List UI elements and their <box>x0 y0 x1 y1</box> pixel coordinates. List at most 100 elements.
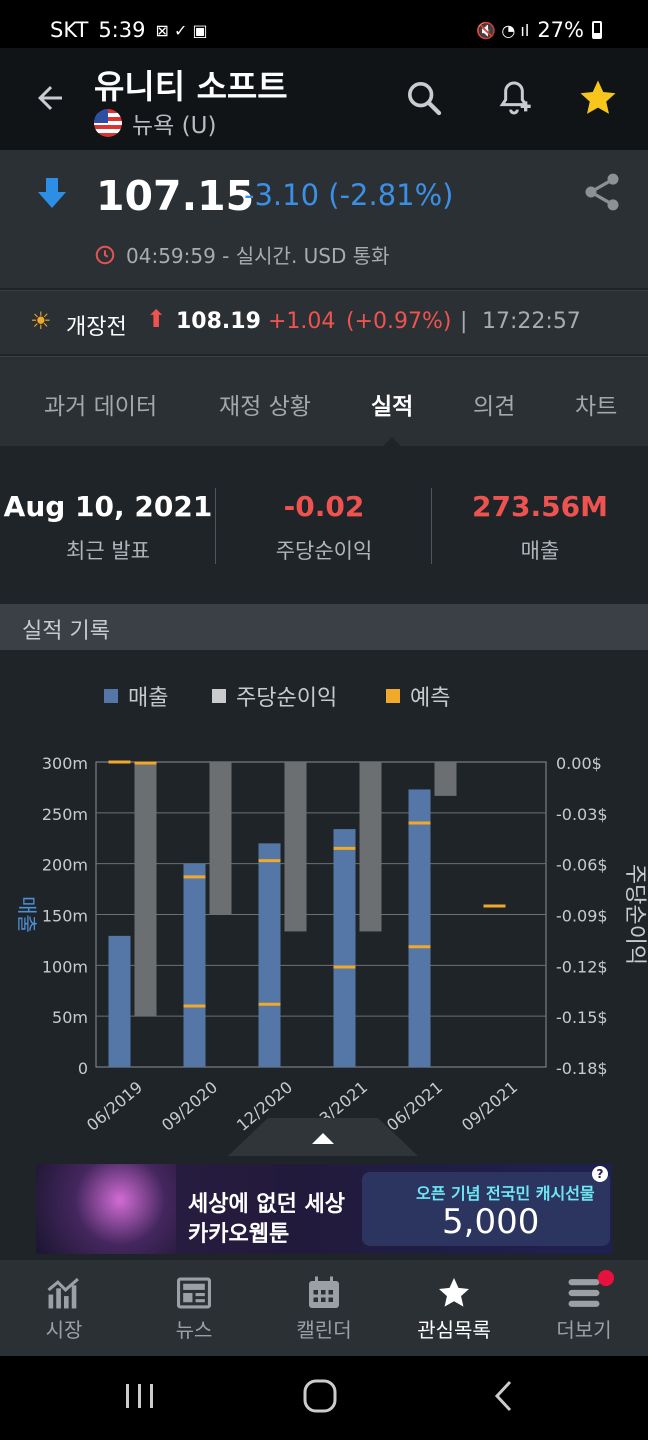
page-title: 유니티 소프트 <box>94 67 288 106</box>
bell-plus-icon <box>499 81 531 115</box>
revenue-value: 273.56M <box>472 490 608 523</box>
tab-opinion[interactable]: 의견 <box>473 387 515 421</box>
realtime-text: 04:59:59 - 실시간. USD 통화 <box>126 244 390 268</box>
left-tick-label: 50m <box>52 1008 88 1027</box>
chart-plot: 300m 250m 200m 150m 100m 50m 0 0.00$ -0.03$ -0.06… <box>15 754 647 1135</box>
exchange-label: 뉴욕 (U) <box>132 113 217 139</box>
revenue-bar <box>258 843 281 1067</box>
nav-label: 더보기 <box>556 1318 612 1342</box>
left-tick-label: 150m <box>42 907 88 926</box>
nav-label: 뉴스 <box>175 1318 213 1342</box>
earnings-summary: Aug 10, 2021 최근 발표 -0.02 주당순이익 273.56M 매… <box>0 446 648 604</box>
notification-icons: ⊠ ✓ ▣ <box>155 20 208 40</box>
bottom-nav: 시장 뉴스 캘린더 관심목록 더보기 <box>0 1260 648 1356</box>
earnings-chart: 매출 주당순이익 예측 300m 250m 200m 150m 100m 50m 0 0.00… <box>0 650 648 1156</box>
share-icon <box>585 173 619 211</box>
nav-watchlist[interactable]: 관심목록 <box>394 1272 514 1343</box>
left-tick-label: 250m <box>42 805 88 824</box>
ad-banner[interactable]: 세상에 없던 세상 카카오웹툰 오픈 기념 전국민 캐시선물 5,000 ? <box>36 1164 612 1254</box>
section-title: 실적 기록 <box>22 619 110 644</box>
eps-bar <box>134 762 157 1017</box>
watchlist-star-button[interactable] <box>568 48 628 148</box>
ad-info-icon[interactable]: ? <box>592 1166 608 1182</box>
revenue-label: 매출 <box>520 539 560 563</box>
last-price: 107.15 <box>96 172 255 220</box>
premarket-change: +1.04 <box>268 309 336 334</box>
back-button[interactable] <box>20 48 80 148</box>
tab-historical-data[interactable]: 과거 데이터 <box>44 387 157 421</box>
back-icon[interactable] <box>484 1376 524 1416</box>
nav-markets[interactable]: 시장 <box>4 1272 124 1343</box>
signal-icons: 🔇 ◔ ıl <box>476 20 530 40</box>
chart-up-icon <box>47 1277 79 1309</box>
exchange-subtitle: 뉴욕 (U) <box>94 106 216 140</box>
ad-coupon-title: 오픈 기념 전국민 캐시선물 <box>416 1184 595 1203</box>
ad-line1: 세상에 없던 세상 <box>188 1192 345 1217</box>
nav-label: 관심목록 <box>417 1318 491 1342</box>
latest-report-col: Aug 10, 2021 최근 발표 <box>0 490 216 565</box>
premarket-separator: | <box>460 309 468 334</box>
revenue-bar <box>408 789 431 1067</box>
tab-bar: 과거 데이터 재정 상황 실적 의견 차트 <box>0 356 648 447</box>
notification-dot <box>598 1270 614 1286</box>
left-tick-label: 0 <box>78 1059 88 1078</box>
recent-apps-icon[interactable] <box>120 1376 160 1416</box>
revenue-bar <box>183 863 206 1067</box>
expand-handle[interactable] <box>0 1114 648 1156</box>
nav-calendar[interactable]: 캘린더 <box>264 1272 384 1343</box>
premarket-change-pct: (+0.97%) <box>346 309 452 334</box>
star-icon <box>439 1278 469 1307</box>
right-tick-label: -0.12$ <box>556 957 608 976</box>
price-change: -3.10 (-2.81%) <box>244 178 454 212</box>
eps-label: 주당순이익 <box>275 539 373 563</box>
latest-report-label: 최근 발표 <box>66 539 150 563</box>
nav-label: 시장 <box>45 1318 83 1342</box>
realtime-info: 04:59:59 - 실시간. USD 통화 <box>94 240 390 269</box>
ad-line2: 카카오웹툰 <box>188 1222 290 1247</box>
search-button[interactable] <box>394 48 454 148</box>
eps-value: -0.02 <box>283 490 365 523</box>
premarket-row: ☀ 개장전 ⬆ 108.19 +1.04 (+0.97%) | 17:22:57 <box>0 290 648 354</box>
revenue-bar <box>333 829 356 1067</box>
newspaper-icon <box>177 1277 211 1309</box>
chevron-up-icon <box>228 1118 418 1156</box>
search-icon <box>408 82 442 116</box>
nav-label: 캘린더 <box>296 1318 352 1342</box>
right-tick-label: 0.00$ <box>556 754 602 773</box>
star-icon <box>580 80 616 114</box>
add-alert-button[interactable] <box>484 48 544 148</box>
battery-text: 27% <box>537 18 584 42</box>
eps-bar <box>209 762 232 915</box>
nav-news[interactable]: 뉴스 <box>134 1272 254 1343</box>
eps-col: -0.02 주당순이익 <box>216 490 432 565</box>
share-button[interactable] <box>580 170 624 218</box>
carrier-text: SKT <box>50 18 89 42</box>
right-tick-label: -0.06$ <box>556 856 608 875</box>
battery-icon <box>592 21 602 39</box>
premarket-icon: ☀ <box>30 307 52 335</box>
us-flag-icon <box>94 109 122 137</box>
tab-earnings[interactable]: 실적 <box>371 387 413 421</box>
right-tick-label: -0.18$ <box>556 1059 608 1078</box>
earnings-history-header: 실적 기록 <box>0 604 648 650</box>
quote-panel: 107.15 -3.10 (-2.81%) 04:59:59 - 실시간. US… <box>0 150 648 288</box>
clock-icon <box>95 245 115 264</box>
ad-coupon-value: 5,000 <box>442 1202 540 1242</box>
latest-report-date: Aug 10, 2021 <box>3 490 213 523</box>
nav-more[interactable]: 더보기 <box>524 1270 644 1343</box>
eps-bar <box>434 762 457 796</box>
left-tick-label: 300m <box>42 754 88 773</box>
left-tick-label: 100m <box>42 957 88 976</box>
tab-financials[interactable]: 재정 상황 <box>219 387 311 421</box>
app-bar: 유니티 소프트 뉴욕 (U) <box>0 48 648 150</box>
up-arrow-icon: ⬆ <box>146 305 167 333</box>
revenue-bar <box>108 935 131 1067</box>
eps-bar <box>359 762 382 932</box>
calendar-icon <box>309 1276 339 1308</box>
tab-chart[interactable]: 차트 <box>575 387 617 421</box>
menu-icon <box>568 1279 600 1307</box>
ad-image <box>36 1164 176 1254</box>
premarket-time: 17:22:57 <box>482 309 581 334</box>
home-icon[interactable] <box>300 1376 340 1416</box>
ad-coupon: 오픈 기념 전국민 캐시선물 5,000 <box>362 1172 610 1246</box>
